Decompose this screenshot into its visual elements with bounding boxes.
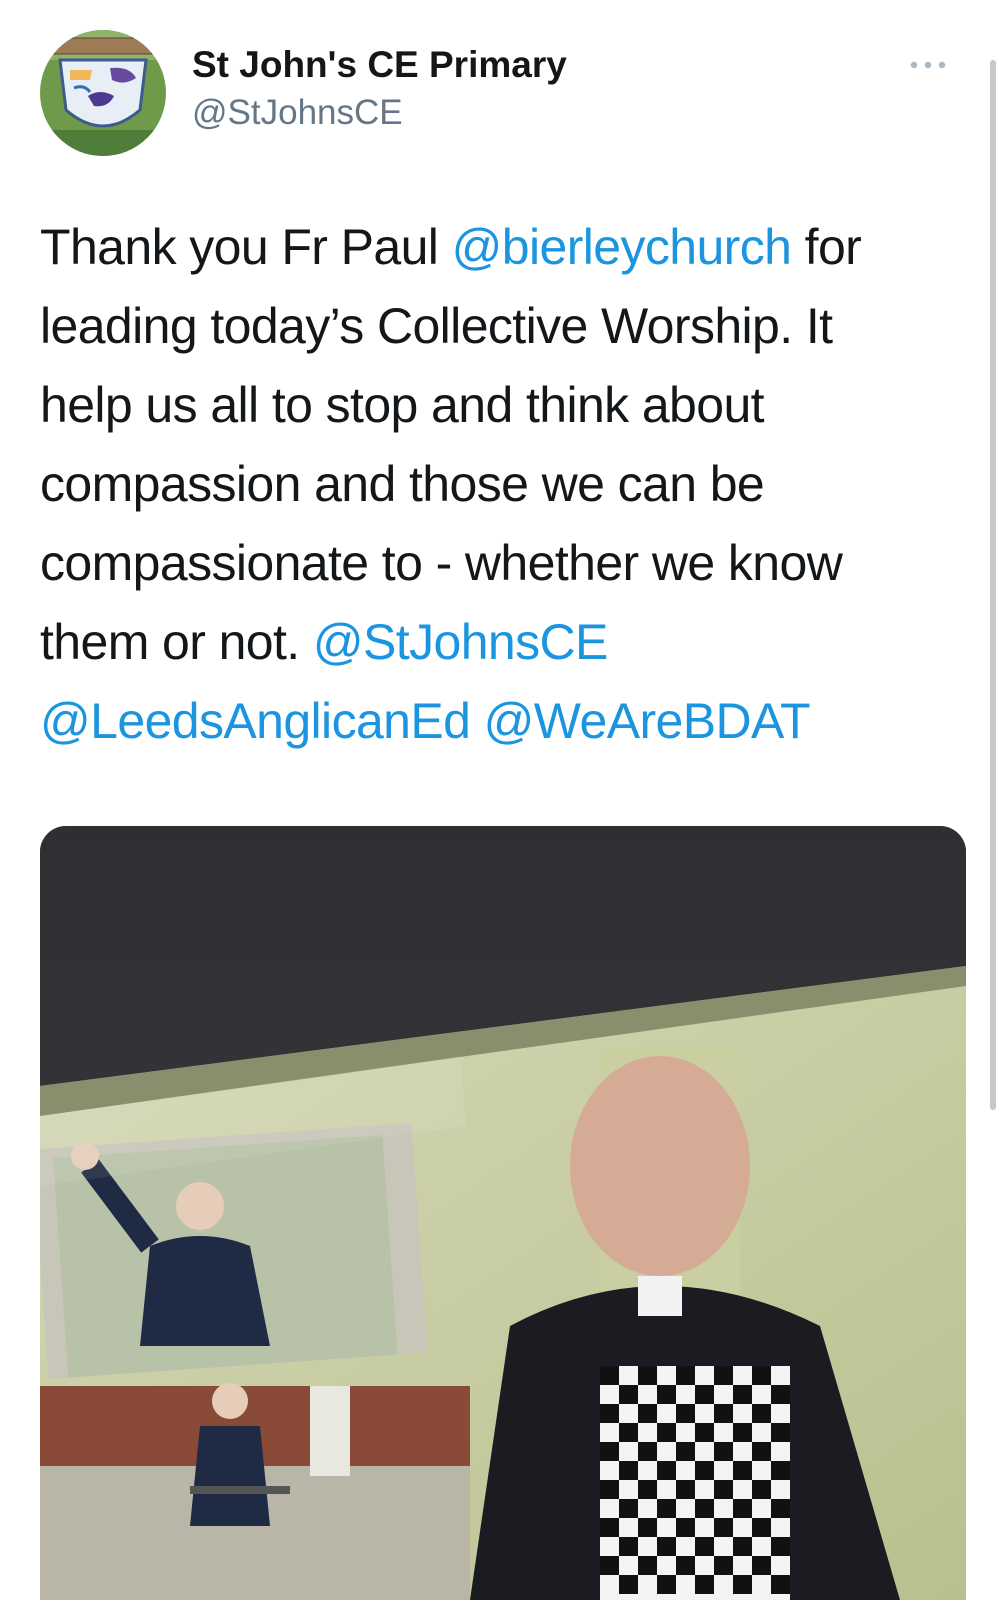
- tweet-text-line: leading today’s Collective Worship. It: [40, 287, 960, 366]
- tweet-text-segment: compassionate to - whether we know: [40, 535, 843, 591]
- tweet-text-line: Thank you Fr Paul @bierleychurch for: [40, 208, 960, 287]
- mention-link[interactable]: @LeedsAnglicanEd: [40, 693, 471, 749]
- more-horizontal-icon: [910, 61, 946, 69]
- mention-link[interactable]: @StJohnsCE: [313, 614, 608, 670]
- tweet-text-segment: Thank you Fr Paul: [40, 219, 452, 275]
- tweet-text-segment: for: [791, 219, 862, 275]
- tweet-text-segment: help us all to stop and think about: [40, 377, 765, 433]
- tweet-text-line: compassion and those we can be: [40, 445, 960, 524]
- tweet-photo[interactable]: [40, 826, 966, 1600]
- tweet-text-segment: leading today’s Collective Worship. It: [40, 298, 833, 354]
- photo-image: [40, 826, 966, 1600]
- tweet-text-segment: them or not.: [40, 614, 313, 670]
- mention-link[interactable]: @WeAreBDAT: [484, 693, 811, 749]
- mention-link[interactable]: @bierleychurch: [452, 219, 792, 275]
- tweet-text-line: @LeedsAnglicanEd @WeAreBDAT: [40, 682, 960, 761]
- more-options-button[interactable]: [900, 50, 956, 80]
- tweet-text-segment: [470, 693, 483, 749]
- tweet-text-line: them or not. @StJohnsCE: [40, 603, 960, 682]
- display-name[interactable]: St John's CE Primary: [192, 44, 567, 86]
- tweet-text-line: compassionate to - whether we know: [40, 524, 960, 603]
- school-logo-image: [40, 30, 166, 156]
- user-handle[interactable]: @StJohnsCE: [192, 93, 403, 133]
- scrollbar[interactable]: [990, 60, 996, 1110]
- tweet-text-segment: compassion and those we can be: [40, 456, 765, 512]
- tweet-text: Thank you Fr Paul @bierleychurch for lead…: [40, 208, 960, 761]
- tweet-text-line: help us all to stop and think about: [40, 366, 960, 445]
- profile-avatar[interactable]: [40, 30, 166, 156]
